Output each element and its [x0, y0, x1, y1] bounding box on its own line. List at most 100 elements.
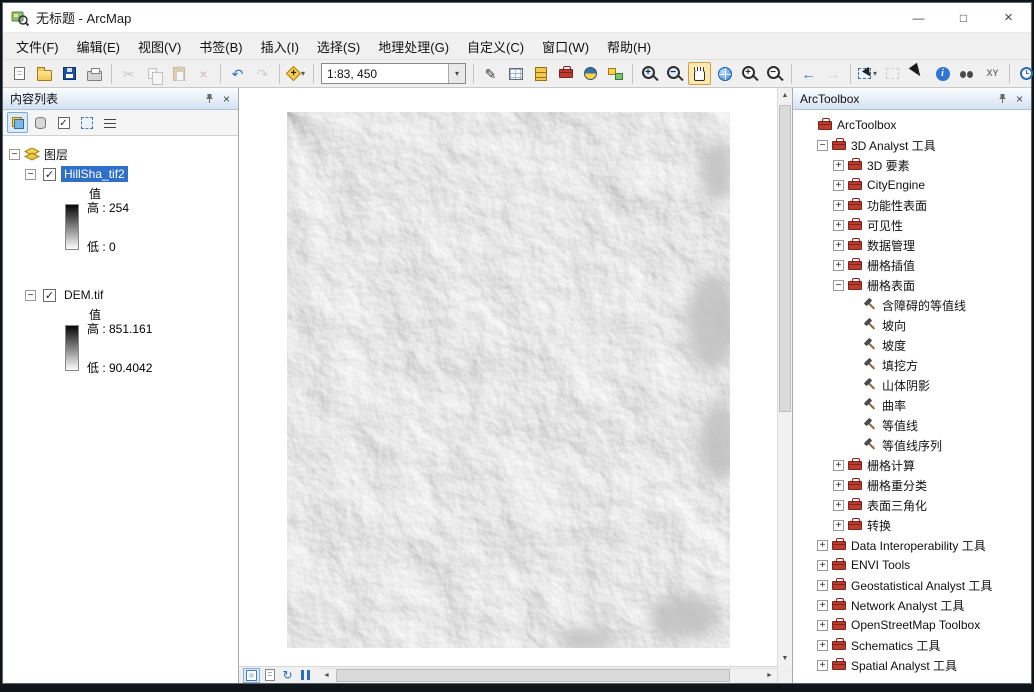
hillshade-raster[interactable]: [287, 112, 730, 648]
find-button[interactable]: [956, 62, 979, 85]
collapse-icon[interactable]: −: [9, 148, 20, 160]
layout-view-button[interactable]: [261, 668, 278, 683]
arctoolbox-window-button[interactable]: [554, 62, 577, 85]
select-elements-button[interactable]: [906, 62, 929, 85]
arctoolbox-close-icon[interactable]: ×: [1011, 90, 1028, 107]
toolbox-node[interactable]: + 转换: [793, 515, 1031, 535]
menu-help[interactable]: 帮助(H): [598, 33, 660, 60]
toolbox-node[interactable]: 坡向: [793, 315, 1031, 335]
list-by-selection-button[interactable]: [76, 112, 97, 133]
refresh-view-button[interactable]: ↻: [279, 668, 296, 683]
expand-icon[interactable]: +: [833, 459, 844, 471]
new-document-button[interactable]: [8, 62, 31, 85]
collapse-icon[interactable]: −: [25, 289, 36, 301]
identify-button[interactable]: [931, 62, 954, 85]
toc-close-icon[interactable]: ×: [218, 90, 235, 107]
scroll-right-icon[interactable]: ►: [762, 668, 777, 683]
paste-button[interactable]: [167, 62, 190, 85]
editor-toolbar-button[interactable]: ✎: [479, 62, 502, 85]
map-horizontal-scrollbar[interactable]: ◄ ►: [319, 667, 777, 683]
open-document-button[interactable]: [33, 62, 56, 85]
menu-window[interactable]: 窗口(W): [533, 33, 598, 60]
toolbox-node[interactable]: + Spatial Analyst 工具: [793, 655, 1031, 675]
toolbox-node[interactable]: +3D 要素: [793, 155, 1031, 175]
menu-file[interactable]: 文件(F): [7, 33, 68, 60]
toolbox-node[interactable]: 曲率: [793, 395, 1031, 415]
toolbox-node[interactable]: + ENVI Tools: [793, 555, 1031, 575]
minimize-button[interactable]: —: [896, 3, 941, 33]
expand-icon[interactable]: +: [817, 639, 828, 651]
toolbox-node[interactable]: + 表面三角化: [793, 495, 1031, 515]
cut-button[interactable]: ✂: [117, 62, 140, 85]
map-viewport[interactable]: [239, 88, 777, 666]
layer-name[interactable]: HillSha_tif2: [61, 166, 128, 182]
save-document-button[interactable]: [58, 62, 81, 85]
collapse-icon[interactable]: −: [25, 168, 36, 180]
fixed-zoom-in-button[interactable]: +: [738, 62, 761, 85]
python-window-button[interactable]: [579, 62, 602, 85]
time-slider-button[interactable]: [1015, 62, 1034, 85]
list-by-visibility-button[interactable]: [53, 112, 74, 133]
menu-view[interactable]: 视图(V): [129, 33, 190, 60]
redo-button[interactable]: ↷: [251, 62, 274, 85]
layer-row[interactable]: − ✓ HillSha_tif2: [3, 164, 238, 184]
menu-insert[interactable]: 插入(I): [252, 33, 308, 60]
map-scale-combo[interactable]: 1:83, 450 ▾: [321, 63, 466, 84]
layer-visibility-checkbox[interactable]: ✓: [43, 288, 56, 302]
data-view-button[interactable]: [243, 667, 260, 683]
layer-visibility-checkbox[interactable]: ✓: [43, 167, 56, 181]
menu-geoprocessing[interactable]: 地理处理(G): [369, 33, 458, 60]
expand-icon[interactable]: +: [833, 519, 844, 531]
menu-edit[interactable]: 编辑(E): [68, 33, 129, 60]
go-to-xy-button[interactable]: XY: [981, 62, 1004, 85]
expand-icon[interactable]: +: [833, 199, 844, 211]
toolbox-node[interactable]: + 功能性表面: [793, 195, 1031, 215]
undo-button[interactable]: ↶: [226, 62, 249, 85]
menu-customize[interactable]: 自定义(C): [458, 33, 533, 60]
scroll-left-icon[interactable]: ◄: [319, 668, 334, 683]
menu-selection[interactable]: 选择(S): [308, 33, 369, 60]
clear-selected-features-button[interactable]: [881, 62, 904, 85]
modelbuilder-window-button[interactable]: [604, 62, 627, 85]
layer-name[interactable]: DEM.tif: [61, 287, 106, 303]
print-button[interactable]: [83, 62, 106, 85]
arctoolbox-pin-icon[interactable]: [994, 90, 1011, 107]
expand-icon[interactable]: +: [833, 239, 844, 251]
toolbox-node[interactable]: ArcToolbox: [793, 115, 1031, 135]
scroll-down-icon[interactable]: ▼: [778, 651, 792, 666]
expand-icon[interactable]: +: [833, 159, 844, 171]
table-of-contents-window-button[interactable]: [504, 62, 527, 85]
expand-icon[interactable]: +: [833, 219, 844, 231]
map-vertical-scrollbar[interactable]: ▲ ▼: [777, 88, 792, 666]
menu-bookmarks[interactable]: 书签(B): [190, 33, 251, 60]
add-data-button[interactable]: ▾: [285, 62, 308, 85]
toolbox-node[interactable]: 填挖方: [793, 355, 1031, 375]
zoom-out-button[interactable]: −: [663, 62, 686, 85]
toolbox-node[interactable]: + OpenStreetMap Toolbox: [793, 615, 1031, 635]
expand-icon[interactable]: +: [817, 619, 828, 631]
list-by-drawing-order-button[interactable]: [7, 112, 28, 133]
map-scale-dropdown-icon[interactable]: ▾: [448, 64, 465, 83]
expand-icon[interactable]: +: [817, 559, 828, 571]
vscroll-track[interactable]: [778, 103, 792, 651]
collapse-icon[interactable]: −: [833, 279, 844, 291]
toolbox-node[interactable]: + Network Analyst 工具: [793, 595, 1031, 615]
toolbox-node[interactable]: 坡度: [793, 335, 1031, 355]
toolbox-node[interactable]: + 栅格计算: [793, 455, 1031, 475]
toolbox-node[interactable]: 含障碍的等值线: [793, 295, 1031, 315]
expand-icon[interactable]: +: [833, 179, 844, 191]
toolbox-node[interactable]: + Schematics 工具: [793, 635, 1031, 655]
pan-button[interactable]: [688, 62, 711, 85]
toolbox-node[interactable]: 山体阴影: [793, 375, 1031, 395]
select-features-button[interactable]: ▾: [856, 62, 879, 85]
expand-icon[interactable]: +: [833, 499, 844, 511]
close-button[interactable]: ×: [986, 3, 1031, 33]
hscroll-track[interactable]: [334, 668, 762, 683]
toolbox-node[interactable]: + 数据管理: [793, 235, 1031, 255]
collapse-icon[interactable]: −: [817, 139, 828, 151]
toolbox-node[interactable]: 等值线: [793, 415, 1031, 435]
expand-icon[interactable]: +: [833, 479, 844, 491]
toc-options-button[interactable]: [99, 112, 120, 133]
toolbox-node[interactable]: + 栅格插值: [793, 255, 1031, 275]
layer-row[interactable]: − ✓ DEM.tif: [3, 285, 238, 305]
